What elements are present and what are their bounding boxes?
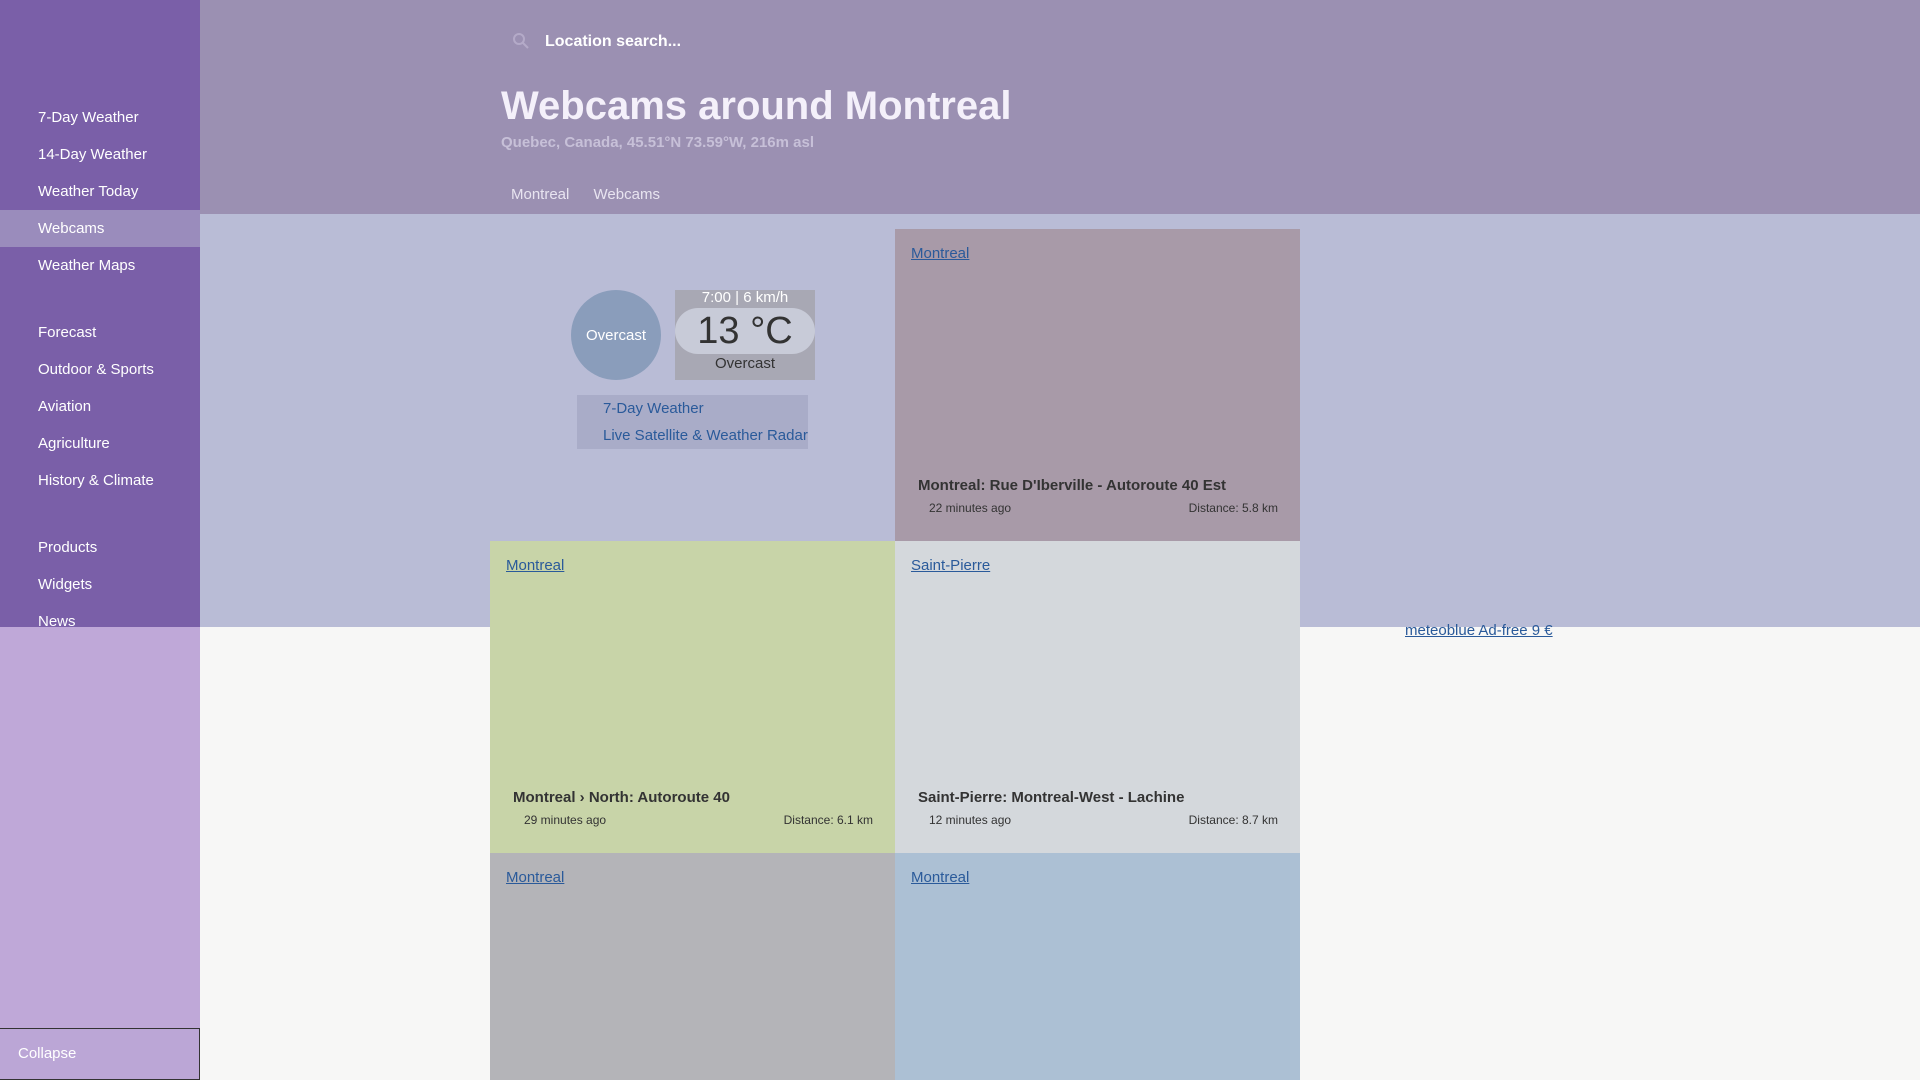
webcam-image[interactable]: Montreal (911, 869, 969, 886)
webcam-title[interactable]: Montreal › North: Autoroute 40 (513, 789, 730, 806)
webcam-distance: Distance: 8.7 km (1188, 813, 1278, 827)
search-input[interactable] (500, 22, 900, 62)
weather-links: 7-Day Weather Live Satellite & Weather R… (577, 395, 808, 449)
webcam-distance: Distance: 6.1 km (783, 813, 873, 827)
webcam-image[interactable]: Saint-Pierre (911, 557, 990, 574)
link-7-day-weather[interactable]: 7-Day Weather (577, 395, 808, 422)
webcam-cell: Montreal (490, 853, 895, 1080)
time-wind: 7:00 | 6 km/h (701, 289, 789, 306)
collapse-label: Collapse (18, 1045, 77, 1062)
webcam-updated: 12 minutes ago (929, 813, 1012, 827)
webcam-title[interactable]: Saint-Pierre: Montreal-West - Lachine (918, 789, 1184, 806)
sidebar-item-forecast[interactable]: Forecast (0, 314, 200, 351)
webcam-updated: 29 minutes ago (524, 813, 607, 827)
webcam-distance: Distance: 5.8 km (1188, 501, 1278, 515)
webcam-updated: 22 minutes ago (929, 501, 1012, 515)
webcam-cell: Montreal Montreal › North: Autoroute 40 … (490, 541, 895, 853)
page-subtitle: Quebec, Canada, 45.51°N 73.59°W, 216m as… (501, 134, 814, 151)
ad-free-link[interactable]: meteoblue Ad-free 9 € (1405, 622, 1553, 639)
sidebar-item-agriculture[interactable]: Agriculture (0, 425, 200, 462)
webcam-card[interactable]: Montreal Montreal: Rue D'Iberville - Aut… (903, 237, 1293, 533)
webcam-cell: Montreal (895, 853, 1300, 1080)
breadcrumb-item-webcams: Webcams (593, 186, 660, 203)
weather-icon: Overcast (571, 290, 661, 380)
breadcrumb: Montreal Webcams (501, 186, 670, 203)
breadcrumb-item-montreal[interactable]: Montreal (511, 186, 569, 203)
sidebar-item-weather-maps[interactable]: Weather Maps (0, 247, 200, 284)
condition: Overcast (714, 355, 775, 372)
collapse-button[interactable]: Collapse (0, 1028, 200, 1080)
temperature: 13 °C (675, 308, 815, 354)
sidebar-item-weather-today[interactable]: Weather Today (0, 173, 200, 210)
webcam-image[interactable]: Montreal (911, 245, 969, 262)
webcam-card[interactable]: Saint-Pierre Saint-Pierre: Montreal-West… (903, 549, 1293, 845)
sidebar-item-webcams[interactable]: Webcams (0, 210, 200, 247)
webcam-title[interactable]: Montreal: Rue D'Iberville - Autoroute 40… (918, 477, 1226, 494)
header (200, 0, 1920, 214)
sidebar-item-14-day-weather[interactable]: 14-Day Weather (0, 136, 200, 173)
sidebar-item-outdoor-sports[interactable]: Outdoor & Sports (0, 351, 200, 388)
webcam-cell: Montreal Montreal: Rue D'Iberville - Aut… (895, 229, 1300, 541)
webcam-card[interactable]: Montreal (498, 861, 888, 1080)
sidebar: 7-Day Weather 14-Day Weather Weather Tod… (0, 0, 200, 1080)
webcam-cell: Saint-Pierre Saint-Pierre: Montreal-West… (895, 541, 1300, 853)
sidebar-item-history-climate[interactable]: History & Climate (0, 462, 200, 499)
sidebar-item-aviation[interactable]: Aviation (0, 388, 200, 425)
webcam-card[interactable]: Montreal (903, 861, 1293, 1080)
sidebar-item-widgets[interactable]: Widgets (0, 566, 200, 603)
webcam-image[interactable]: Montreal (506, 869, 564, 886)
link-satellite-radar[interactable]: Live Satellite & Weather Radar (577, 422, 808, 449)
sidebar-item-products[interactable]: Products (0, 529, 200, 566)
sidebar-item-7-day-weather[interactable]: 7-Day Weather (0, 99, 200, 136)
current-weather-box: 7:00 | 6 km/h 13 °C Overcast (675, 290, 815, 380)
webcam-card[interactable]: Montreal Montreal › North: Autoroute 40 … (498, 549, 888, 845)
sidebar-item-news[interactable]: News (0, 603, 200, 640)
weather-icon-alt: Overcast (585, 326, 646, 344)
page-title: Webcams around Montreal (501, 84, 1012, 128)
webcam-image[interactable]: Montreal (506, 557, 564, 574)
